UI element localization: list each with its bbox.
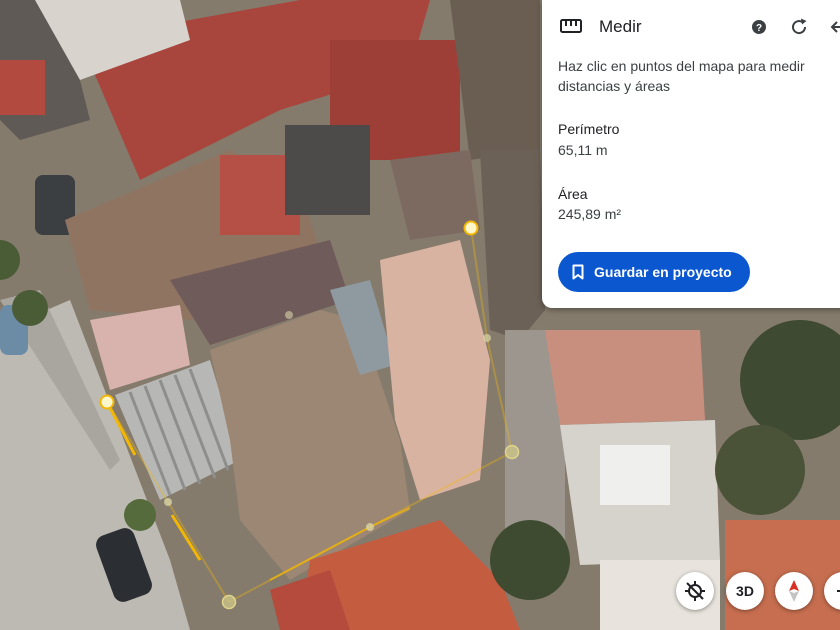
tree	[490, 520, 570, 600]
zoom-icon	[837, 590, 840, 592]
tree	[124, 499, 156, 531]
perimeter-value: 65,11 m	[558, 142, 608, 158]
refresh-icon	[792, 18, 807, 35]
measure-panel: Medir ? Haz clic en puntos del mapa para…	[542, 0, 840, 308]
area-label: Área	[558, 186, 588, 202]
back-arrow-icon	[830, 21, 840, 33]
measure-midpoint[interactable]	[164, 498, 172, 506]
building-roof	[600, 445, 670, 505]
building-roof	[480, 150, 545, 340]
tilt-button[interactable]	[676, 572, 714, 610]
save-button-label: Guardar en proyecto	[594, 264, 732, 280]
bookmark-icon	[572, 264, 584, 280]
area-value: 245,89 m²	[558, 206, 622, 222]
help-button[interactable]: ?	[746, 14, 772, 40]
svg-text:?: ?	[756, 23, 762, 34]
building-roof	[0, 60, 45, 115]
measure-vertex[interactable]	[99, 394, 115, 410]
measure-vertex[interactable]	[504, 444, 520, 460]
3d-label: 3D	[736, 583, 754, 599]
building-roof	[545, 330, 705, 425]
measure-midpoint[interactable]	[483, 334, 491, 342]
3d-toggle-button[interactable]: 3D	[726, 572, 764, 610]
perimeter-label: Perímetro	[558, 121, 620, 137]
compass-button[interactable]	[775, 572, 813, 610]
help-icon: ?	[752, 20, 766, 34]
save-to-project-button[interactable]: Guardar en proyecto	[558, 252, 750, 292]
ruler-icon	[560, 19, 582, 33]
tree	[715, 425, 805, 515]
measure-midpoint[interactable]	[285, 311, 293, 319]
refresh-button[interactable]	[786, 14, 812, 40]
back-button[interactable]	[826, 14, 840, 40]
panel-title: Medir	[599, 17, 642, 36]
measure-vertex[interactable]	[463, 220, 479, 236]
compass-icon	[789, 580, 799, 602]
instructions-text: Haz clic en puntos del mapa para medir d…	[558, 58, 805, 94]
building-roof	[285, 125, 370, 215]
measure-vertex[interactable]	[221, 594, 237, 610]
measure-midpoint[interactable]	[366, 523, 374, 531]
tree	[12, 290, 48, 326]
tilt-icon	[685, 581, 705, 601]
